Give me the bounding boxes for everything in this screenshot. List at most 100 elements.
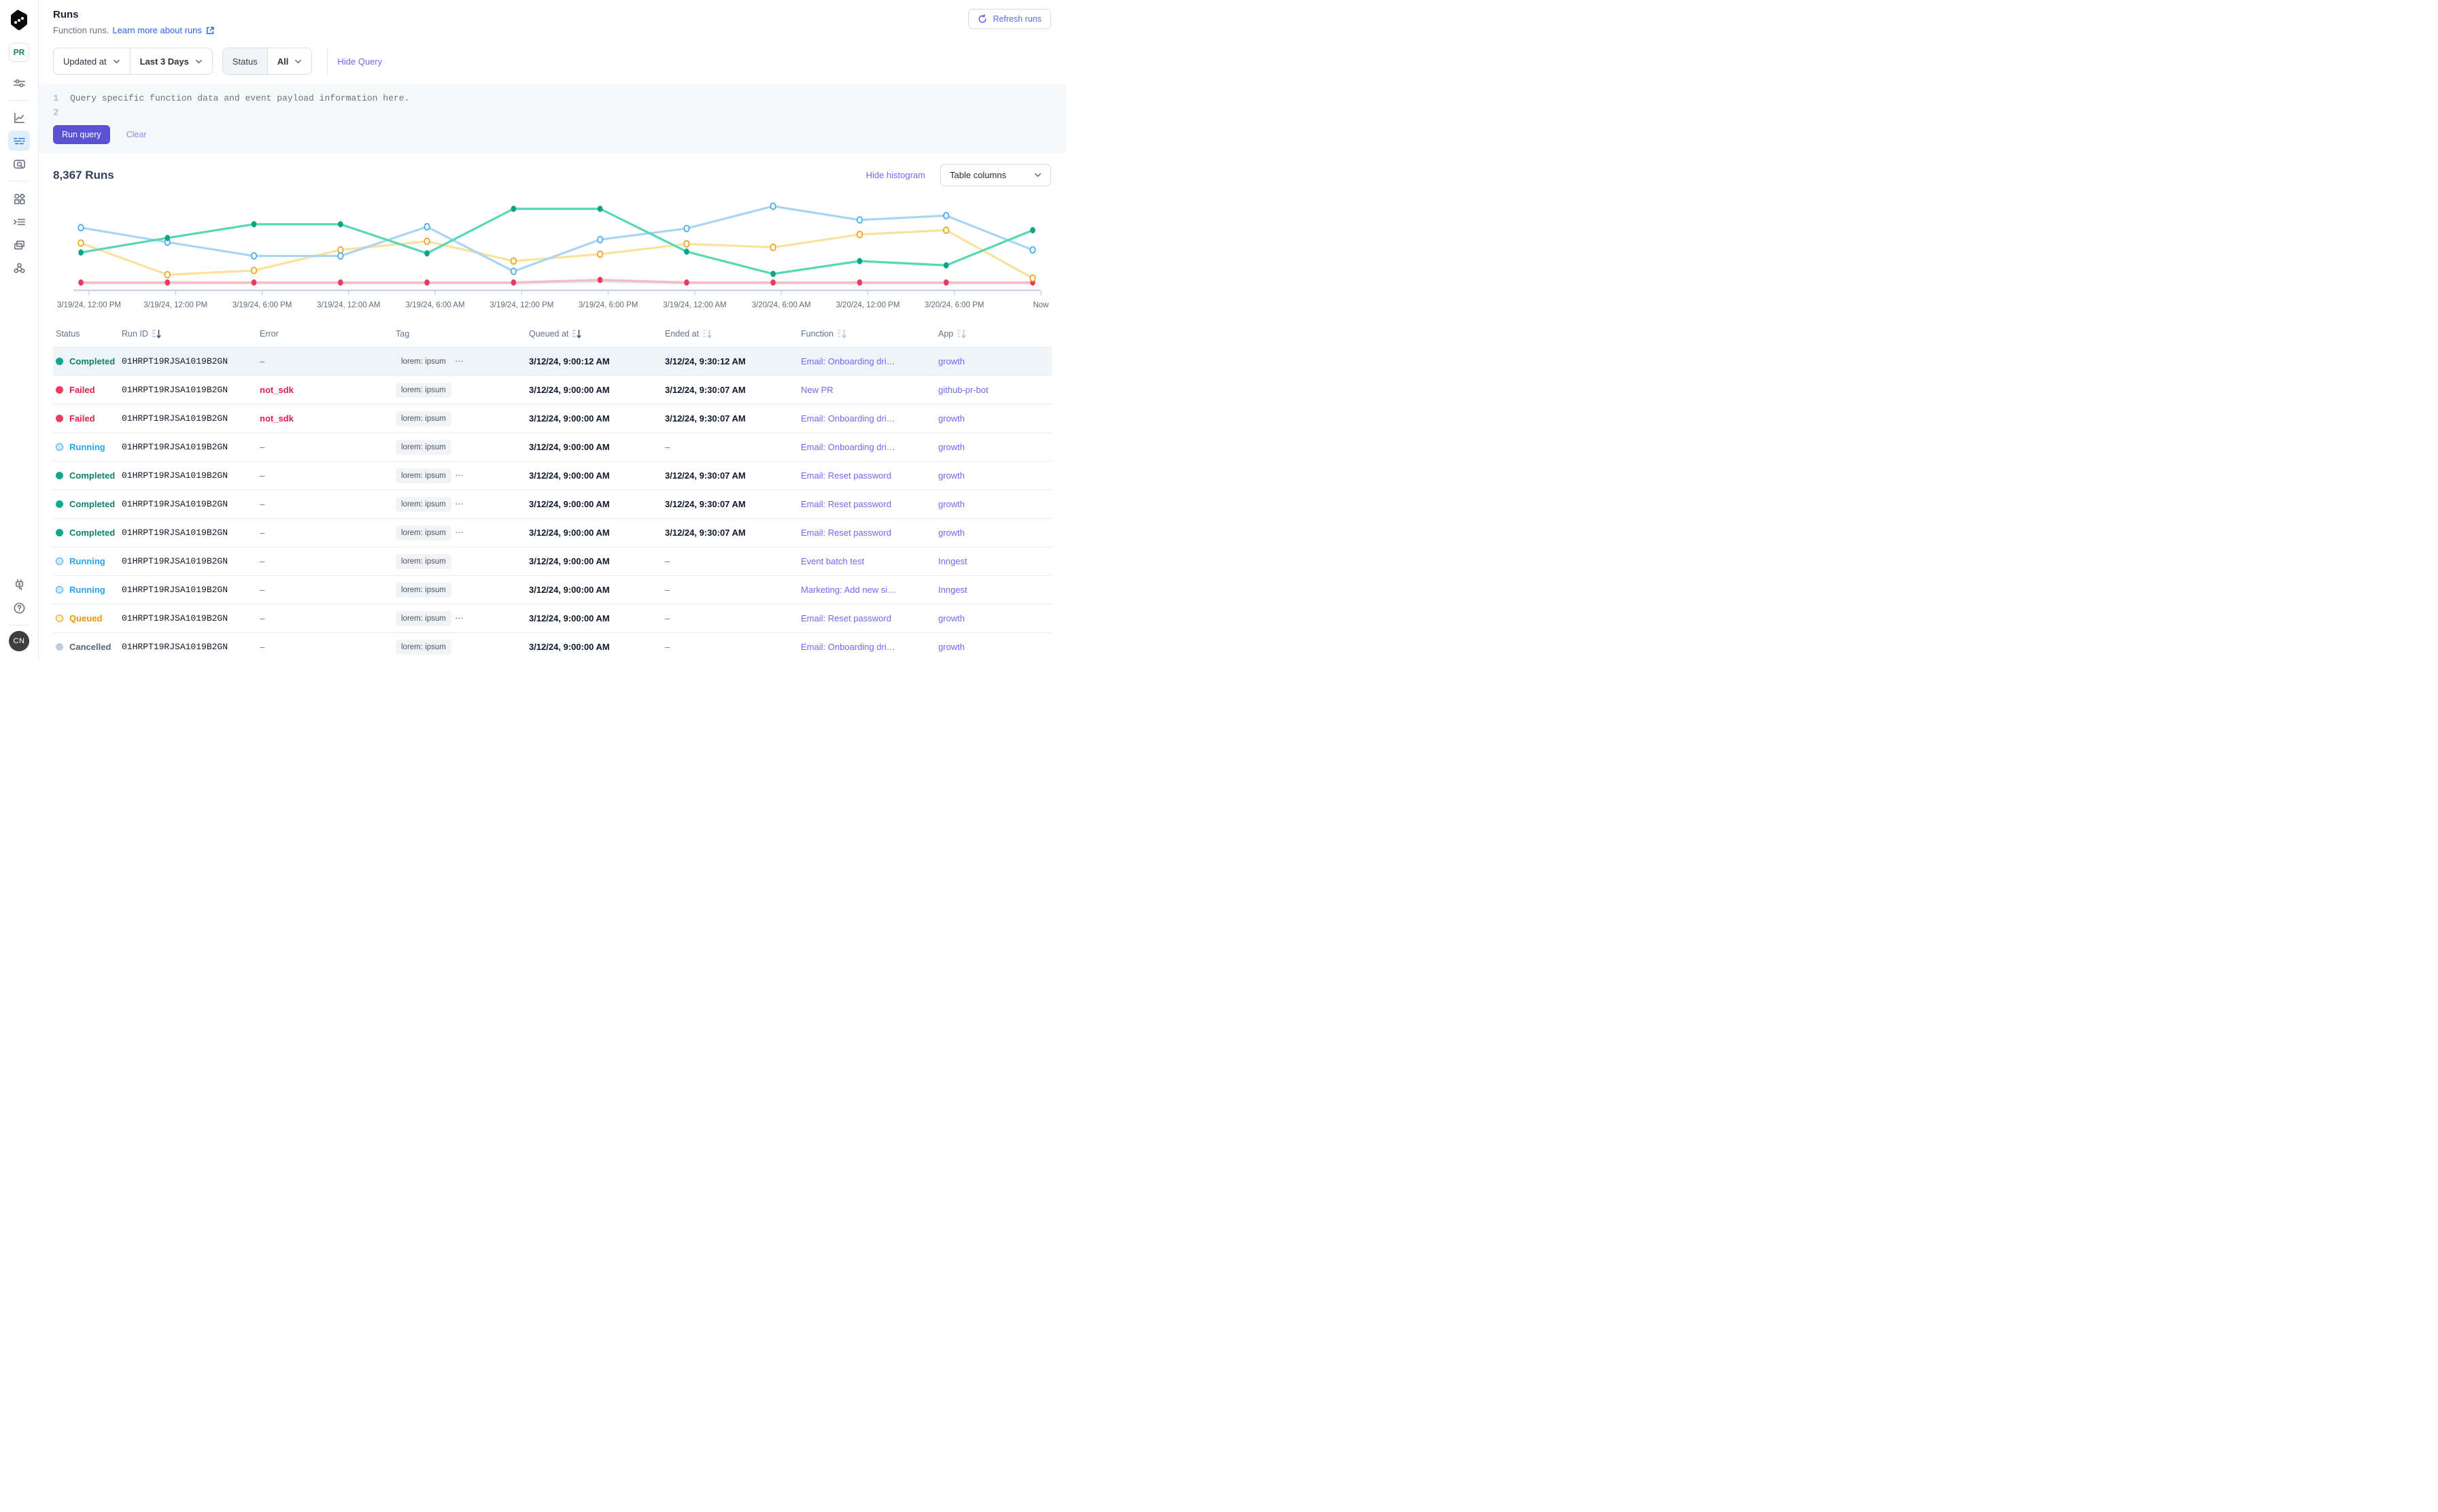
error-value: – <box>257 604 393 633</box>
function-link[interactable]: Event batch test <box>801 556 864 566</box>
table-header-row: Status Run ID Error Tag Queued at Ended … <box>53 322 1052 347</box>
deploys-windows-icon[interactable] <box>8 235 30 255</box>
table-row[interactable]: Cancelled 01HRPT19RJSA1019B2GN – lorem: … <box>53 633 1052 662</box>
hide-query-link[interactable]: Hide Query <box>337 56 382 67</box>
col-ended-at[interactable]: Ended at <box>665 329 699 339</box>
col-app[interactable]: App <box>938 329 953 339</box>
clear-query-button[interactable]: Clear <box>126 130 147 139</box>
app-link[interactable]: growth <box>938 442 965 452</box>
tag-cell: lorem: ipsum <box>393 376 526 405</box>
app-link[interactable]: growth <box>938 642 965 652</box>
tag-pill: lorem: ipsum <box>396 411 451 426</box>
function-link[interactable]: Email: Reset password <box>801 499 891 509</box>
function-link[interactable]: Email: Reset password <box>801 528 891 538</box>
function-link[interactable]: Email: Onboarding dri… <box>801 356 895 366</box>
table-row[interactable]: Completed 01HRPT19RJSA1019B2GN – lorem: … <box>53 519 1052 547</box>
filters-sliders-icon[interactable] <box>8 73 30 93</box>
help-icon[interactable] <box>8 598 30 618</box>
ended-at-value: – <box>662 576 798 604</box>
status-label: Completed <box>69 528 115 538</box>
app-link[interactable]: github-pr-bot <box>938 385 989 395</box>
table-row[interactable]: Completed 01HRPT19RJSA1019B2GN – lorem: … <box>53 347 1052 376</box>
table-row[interactable]: Running 01HRPT19RJSA1019B2GN – lorem: ip… <box>53 547 1052 576</box>
time-range-dropdown[interactable]: Last 3 Days <box>130 48 212 74</box>
run-id: 01HRPT19RJSA1019B2GN <box>119 347 257 376</box>
webhooks-icon[interactable] <box>8 258 30 278</box>
sort-icon[interactable] <box>838 329 847 339</box>
app-link[interactable]: growth <box>938 528 965 538</box>
table-row[interactable]: Failed 01HRPT19RJSA1019B2GN not_sdk lore… <box>53 405 1052 433</box>
tag-pill: lorem: ipsum <box>396 468 451 483</box>
app-link[interactable]: Inngest <box>938 556 967 566</box>
tag-extra-count: +2 <box>514 470 523 480</box>
col-status[interactable]: Status <box>56 329 80 339</box>
function-link[interactable]: Marketing: Add new si… <box>801 585 896 595</box>
workspace-badge[interactable]: PR <box>9 43 29 62</box>
col-queued-at[interactable]: Queued at <box>529 329 568 339</box>
tag-pill: lorem: ipsum <box>396 526 451 540</box>
ended-at-value: – <box>662 433 798 462</box>
metrics-chart-icon[interactable] <box>8 107 30 128</box>
app-link[interactable]: growth <box>938 470 965 481</box>
tag-extra-count: +2 <box>514 499 523 509</box>
status-label: Failed <box>69 385 95 395</box>
table-row[interactable]: Completed 01HRPT19RJSA1019B2GN – lorem: … <box>53 462 1052 490</box>
events-terminal-icon[interactable] <box>8 211 30 232</box>
app-link[interactable]: growth <box>938 413 965 424</box>
function-link[interactable]: Email: Onboarding dri… <box>801 442 895 452</box>
queued-at-value: 3/12/24, 9:00:00 AM <box>526 490 662 519</box>
tag-pill: lorem: ipsum <box>396 583 451 598</box>
sort-icon[interactable] <box>957 329 967 339</box>
app-link[interactable]: Inngest <box>938 585 967 595</box>
page-subtitle: Function runs. <box>53 25 109 35</box>
runs-list-icon[interactable] <box>8 131 30 151</box>
sort-icon[interactable] <box>152 329 162 339</box>
inngest-logo-icon[interactable] <box>9 9 29 31</box>
tag-cell: lorem: ipsum <box>393 547 526 576</box>
table-row[interactable]: Running 01HRPT19RJSA1019B2GN – lorem: ip… <box>53 433 1052 462</box>
col-function[interactable]: Function <box>801 329 834 339</box>
status-filter-dropdown[interactable]: All <box>267 48 312 74</box>
query-placeholder-text: Query specific function data and event p… <box>70 91 409 105</box>
app-link[interactable]: growth <box>938 356 965 366</box>
time-field-dropdown[interactable]: Updated at <box>54 48 130 74</box>
query-editor[interactable]: 1 Query specific function data and event… <box>39 84 1066 153</box>
function-link[interactable]: Email: Reset password <box>801 613 891 623</box>
svg-text:3/20/24, 12:00 PM: 3/20/24, 12:00 PM <box>836 301 899 309</box>
col-error[interactable]: Error <box>260 329 279 339</box>
queued-at-value: 3/12/24, 9:00:00 AM <box>526 376 662 405</box>
table-columns-select[interactable]: Table columns <box>940 164 1051 186</box>
function-link[interactable]: New PR <box>801 385 834 395</box>
function-link[interactable]: Email: Onboarding dri… <box>801 642 895 652</box>
table-row[interactable]: Completed 01HRPT19RJSA1019B2GN – lorem: … <box>53 490 1052 519</box>
trace-search-icon[interactable] <box>8 154 30 174</box>
status-label: Completed <box>69 470 115 481</box>
apps-grid-icon[interactable] <box>8 188 30 209</box>
user-avatar[interactable]: CN <box>9 631 29 651</box>
table-row[interactable]: Queued 01HRPT19RJSA1019B2GN – lorem: ips… <box>53 604 1052 633</box>
function-link[interactable]: Email: Reset password <box>801 470 891 481</box>
col-run-id[interactable]: Run ID <box>122 329 148 339</box>
run-query-button[interactable]: Run query <box>53 125 110 144</box>
sort-icon[interactable] <box>572 329 582 339</box>
queued-at-value: 3/12/24, 9:00:00 AM <box>526 462 662 490</box>
queued-at-value: 3/12/24, 9:00:12 AM <box>526 347 662 376</box>
app-link[interactable]: growth <box>938 613 965 623</box>
col-tag[interactable]: Tag <box>396 329 409 339</box>
svg-text:Now: Now <box>1033 301 1049 309</box>
integrations-plug-icon[interactable] <box>8 574 30 595</box>
svg-text:3/20/24, 6:00 AM: 3/20/24, 6:00 AM <box>752 301 811 309</box>
learn-more-link[interactable]: Learn more about runs <box>112 25 215 35</box>
runs-histogram: 3/19/24, 12:00 PM3/19/24, 12:00 PM3/19/2… <box>53 192 1051 318</box>
table-row[interactable]: Running 01HRPT19RJSA1019B2GN – lorem: ip… <box>53 576 1052 604</box>
ended-at-value: 3/12/24, 9:30:07 AM <box>662 490 798 519</box>
function-link[interactable]: Email: Onboarding dri… <box>801 413 895 424</box>
hide-histogram-link[interactable]: Hide histogram <box>866 170 925 180</box>
app-link[interactable]: growth <box>938 499 965 509</box>
sort-icon[interactable] <box>703 329 712 339</box>
refresh-runs-button[interactable]: Refresh runs <box>968 9 1051 29</box>
tag-cell: lorem: ipsumlorem: ipsum+2 <box>393 490 526 519</box>
table-row[interactable]: Failed 01HRPT19RJSA1019B2GN not_sdk lore… <box>53 376 1052 405</box>
tag-pill: lorem: ipsum <box>396 554 451 569</box>
refresh-icon <box>978 14 987 24</box>
